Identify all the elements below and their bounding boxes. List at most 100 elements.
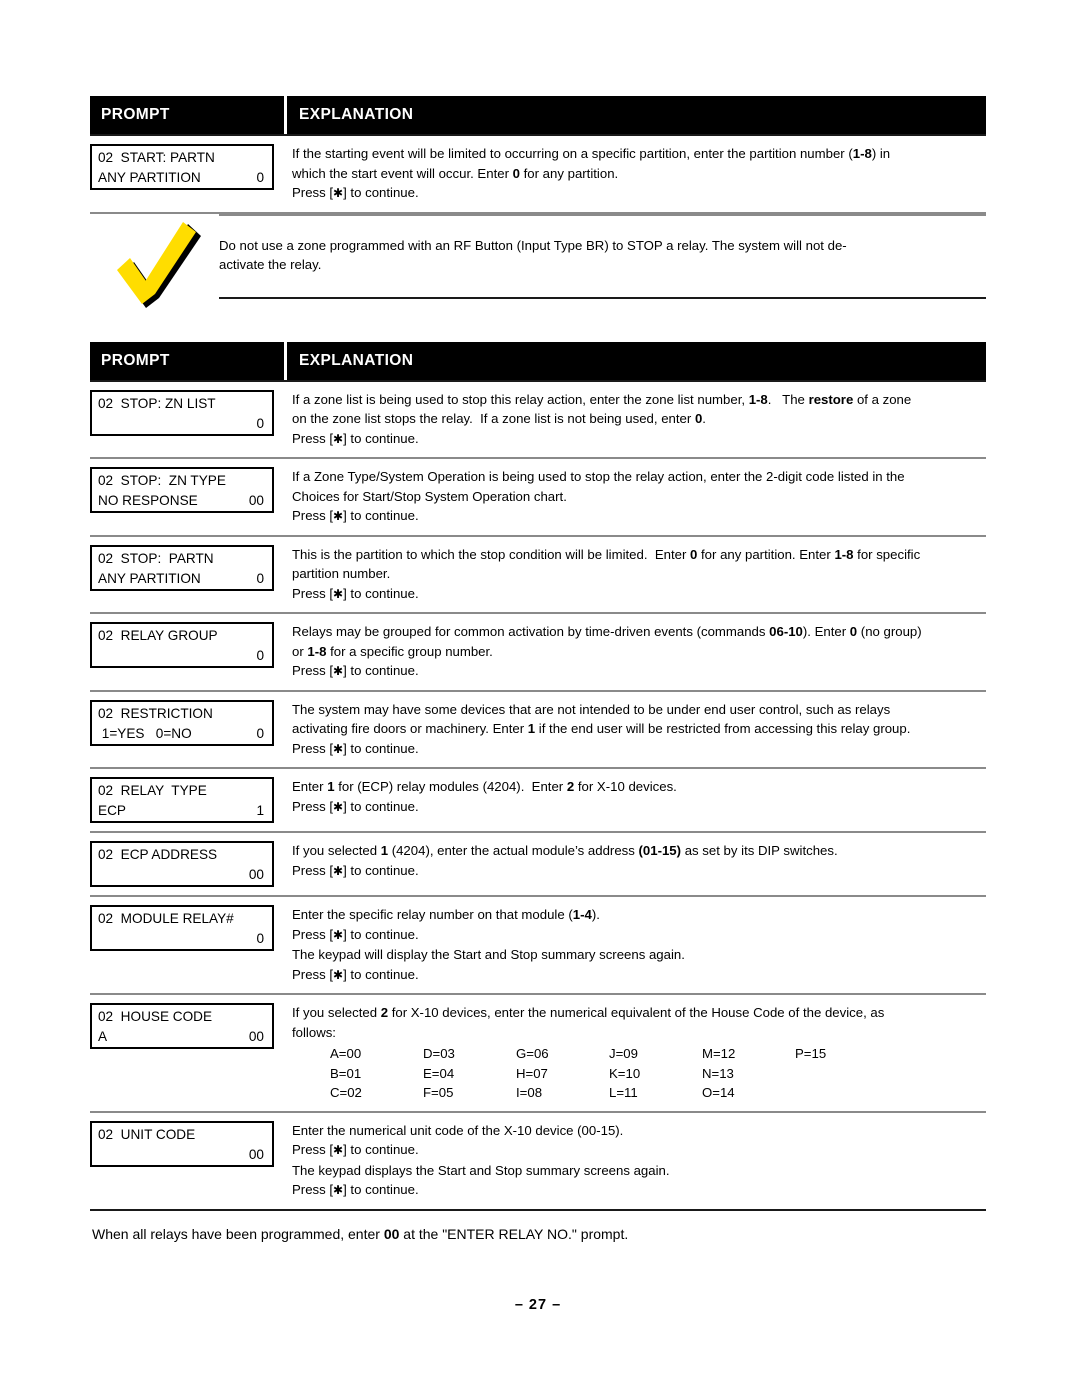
house-code-cell: G=06 — [516, 1046, 549, 1061]
explanation-line: The keypad will display the Start and St… — [292, 947, 685, 962]
lcd-value-2: 00 — [248, 867, 264, 882]
table-row: 02 HOUSE CODE A 00 If you selected 2 for… — [90, 995, 986, 1111]
explanation-line: This is the partition to which the stop … — [292, 546, 921, 562]
keypad-display: 02 RELAY GROUP 0 — [90, 622, 274, 668]
explanation-line: Press [✱] to continue. — [292, 185, 419, 200]
keypad-display: 02 UNIT CODE 00 — [90, 1120, 274, 1167]
explanation-line: Enter the numerical unit code of the X-1… — [292, 1122, 624, 1138]
house-code-cell: M=12 — [702, 1046, 736, 1061]
keypad-display: 02 STOP: ZN TYPE NO RESPONSE 00 — [90, 467, 274, 513]
keypad-display: 02 ECP ADDRESS 00 — [90, 841, 274, 887]
prompt-cell: 02 ECP ADDRESS 00 — [90, 841, 287, 887]
lcd-line-1: 02 HOUSE CODE — [98, 1009, 213, 1024]
lcd-line-1: 02 UNIT CODE — [98, 1126, 196, 1142]
table-row: 02 RELAY TYPE ECP 1 Enter 1 for (ECP) re… — [90, 769, 986, 831]
explanation-line: If a Zone Type/System Operation is being… — [292, 469, 905, 484]
prompt-cell: 02 STOP: PARTN ANY PARTITION 0 — [90, 544, 287, 591]
explanation-cell: If a Zone Type/System Operation is being… — [287, 467, 986, 527]
lcd-value-2: 0 — [256, 648, 264, 663]
lcd-value-2: 0 — [256, 170, 264, 185]
explanation-line: or 1-8 for a specific group number. — [292, 643, 493, 659]
house-code-cell: A=00 — [330, 1046, 362, 1061]
house-code-cell: P=15 — [795, 1046, 827, 1061]
warning-text: Do not use a zone programmed with an RF … — [219, 216, 986, 297]
lcd-line-1: 02 STOP: ZN LIST — [98, 395, 216, 411]
header-prompt-label: PROMPT — [101, 106, 170, 123]
table-row: 02 UNIT CODE 00 Enter the numerical unit… — [90, 1113, 986, 1209]
explanation-line: Press [✱] to continue. — [292, 740, 419, 756]
lcd-value-2: 00 — [248, 1146, 264, 1162]
house-code-cell: H=07 — [516, 1065, 548, 1081]
warning-line: Do not use a zone programmed with an RF … — [219, 237, 847, 253]
keypad-display: 02 HOUSE CODE A 00 — [90, 1003, 274, 1049]
lcd-line-1: 02 START: PARTN — [98, 150, 215, 165]
warning-line: activate the relay. — [219, 257, 322, 272]
explanation-cell: Enter 1 for (ECP) relay modules (4204). … — [287, 777, 986, 817]
explanation-line: Press [✱] to continue. — [292, 926, 419, 942]
warning-block: Do not use a zone programmed with an RF … — [90, 213, 986, 325]
lcd-line-2: A — [98, 1029, 108, 1044]
header-explanation-label-2: EXPLANATION — [299, 351, 414, 369]
lcd-line-2: ANY PARTITION — [98, 570, 201, 586]
lcd-line-1: 02 STOP: ZN TYPE — [98, 473, 226, 488]
lcd-value-2: 0 — [256, 725, 264, 741]
explanation-line: activating fire doors or machinery. Ente… — [292, 721, 911, 736]
prompt-cell: 02 START: PARTN ANY PARTITION 0 — [90, 144, 287, 190]
explanation-line: Press [✱] to continue. — [292, 430, 419, 446]
prompt-cell: 02 RELAY GROUP 0 — [90, 622, 287, 668]
house-code-table: A=00 D=03 G=06 J=09 M=12 P=15 B=01 E=04 … — [292, 1044, 986, 1103]
explanation-line: Enter 1 for (ECP) relay modules (4204). … — [292, 779, 677, 794]
house-code-cell: J=09 — [609, 1046, 638, 1061]
keypad-display: 02 MODULE RELAY# 0 — [90, 905, 274, 951]
checkmark-icon-svg — [117, 221, 201, 308]
keypad-display: 02 STOP: PARTN ANY PARTITION 0 — [90, 544, 274, 591]
explanation-cell: Relays may be grouped for common activat… — [287, 622, 986, 682]
prompt-cell: 02 STOP: ZN LIST 0 — [90, 389, 287, 436]
checkmark-icon — [90, 214, 215, 325]
explanation-line: If a zone list is being used to stop thi… — [292, 391, 912, 407]
explanation-line: The system may have some devices that ar… — [292, 701, 891, 717]
explanation-line: If the starting event will be limited to… — [292, 146, 891, 161]
house-code-cell — [795, 1064, 888, 1084]
house-code-row: A=00 D=03 G=06 J=09 M=12 P=15 — [292, 1044, 986, 1064]
table-row: 02 STOP: ZN TYPE NO RESPONSE 00 If a Zon… — [90, 459, 986, 535]
explanation-line: Choices for Start/Stop System Operation … — [292, 488, 567, 504]
footer-note: When all relays have been programmed, en… — [92, 1225, 629, 1242]
house-code-cell: C=02 — [330, 1085, 362, 1100]
explanation-cell: If you selected 2 for X-10 devices, ente… — [287, 1003, 986, 1103]
explanation-line: Press [✱] to continue. — [292, 798, 419, 814]
keypad-display: 02 START: PARTN ANY PARTITION 0 — [90, 144, 274, 190]
explanation-line: The keypad displays the Start and Stop s… — [292, 1162, 670, 1178]
prompt-cell: 02 HOUSE CODE A 00 — [90, 1003, 287, 1049]
explanation-line: follows: — [292, 1024, 336, 1040]
document-page: PROMPT EXPLANATION 02 START: PARTN ANY P… — [90, 0, 986, 1397]
explanation-line: Press [✱] to continue. — [292, 663, 419, 678]
explanation-cell: This is the partition to which the stop … — [287, 545, 986, 605]
table-row: 02 START: PARTN ANY PARTITION 0 If the s… — [90, 136, 986, 212]
table-row: 02 RELAY GROUP 0 Relays may be grouped f… — [90, 614, 986, 690]
lcd-line-1: 02 MODULE RELAY# — [98, 911, 234, 926]
lcd-value-2: 00 — [248, 1029, 264, 1044]
lcd-value-2: 00 — [248, 493, 264, 508]
explanation-line: Relays may be grouped for common activat… — [292, 624, 922, 639]
explanation-cell: Enter the numerical unit code of the X-1… — [287, 1121, 986, 1201]
house-code-cell: F=05 — [423, 1085, 454, 1100]
explanation-line: Press [✱] to continue. — [292, 1142, 419, 1157]
table-row: 02 ECP ADDRESS 00 If you selected 1 (420… — [90, 833, 986, 895]
house-code-cell: N=13 — [702, 1065, 734, 1081]
header-explanation-label: EXPLANATION — [299, 106, 414, 123]
table-header-bar-1: PROMPT EXPLANATION — [90, 96, 986, 134]
explanation-line: partition number. — [292, 566, 391, 581]
explanation-line: If you selected 2 for X-10 devices, ente… — [292, 1005, 885, 1020]
keypad-display: 02 RESTRICTION 1=YES 0=NO 0 — [90, 699, 274, 746]
lcd-value-2: 0 — [256, 931, 264, 946]
table-row: 02 STOP: ZN LIST 0 If a zone list is bei… — [90, 382, 986, 458]
lcd-line-1: 02 RELAY GROUP — [98, 628, 218, 643]
explanation-line: Press [✱] to continue. — [292, 862, 419, 878]
explanation-line: Press [✱] to continue. — [292, 585, 419, 601]
explanation-line: Press [✱] to continue. — [292, 508, 419, 523]
explanation-cell: If the starting event will be limited to… — [287, 144, 986, 204]
